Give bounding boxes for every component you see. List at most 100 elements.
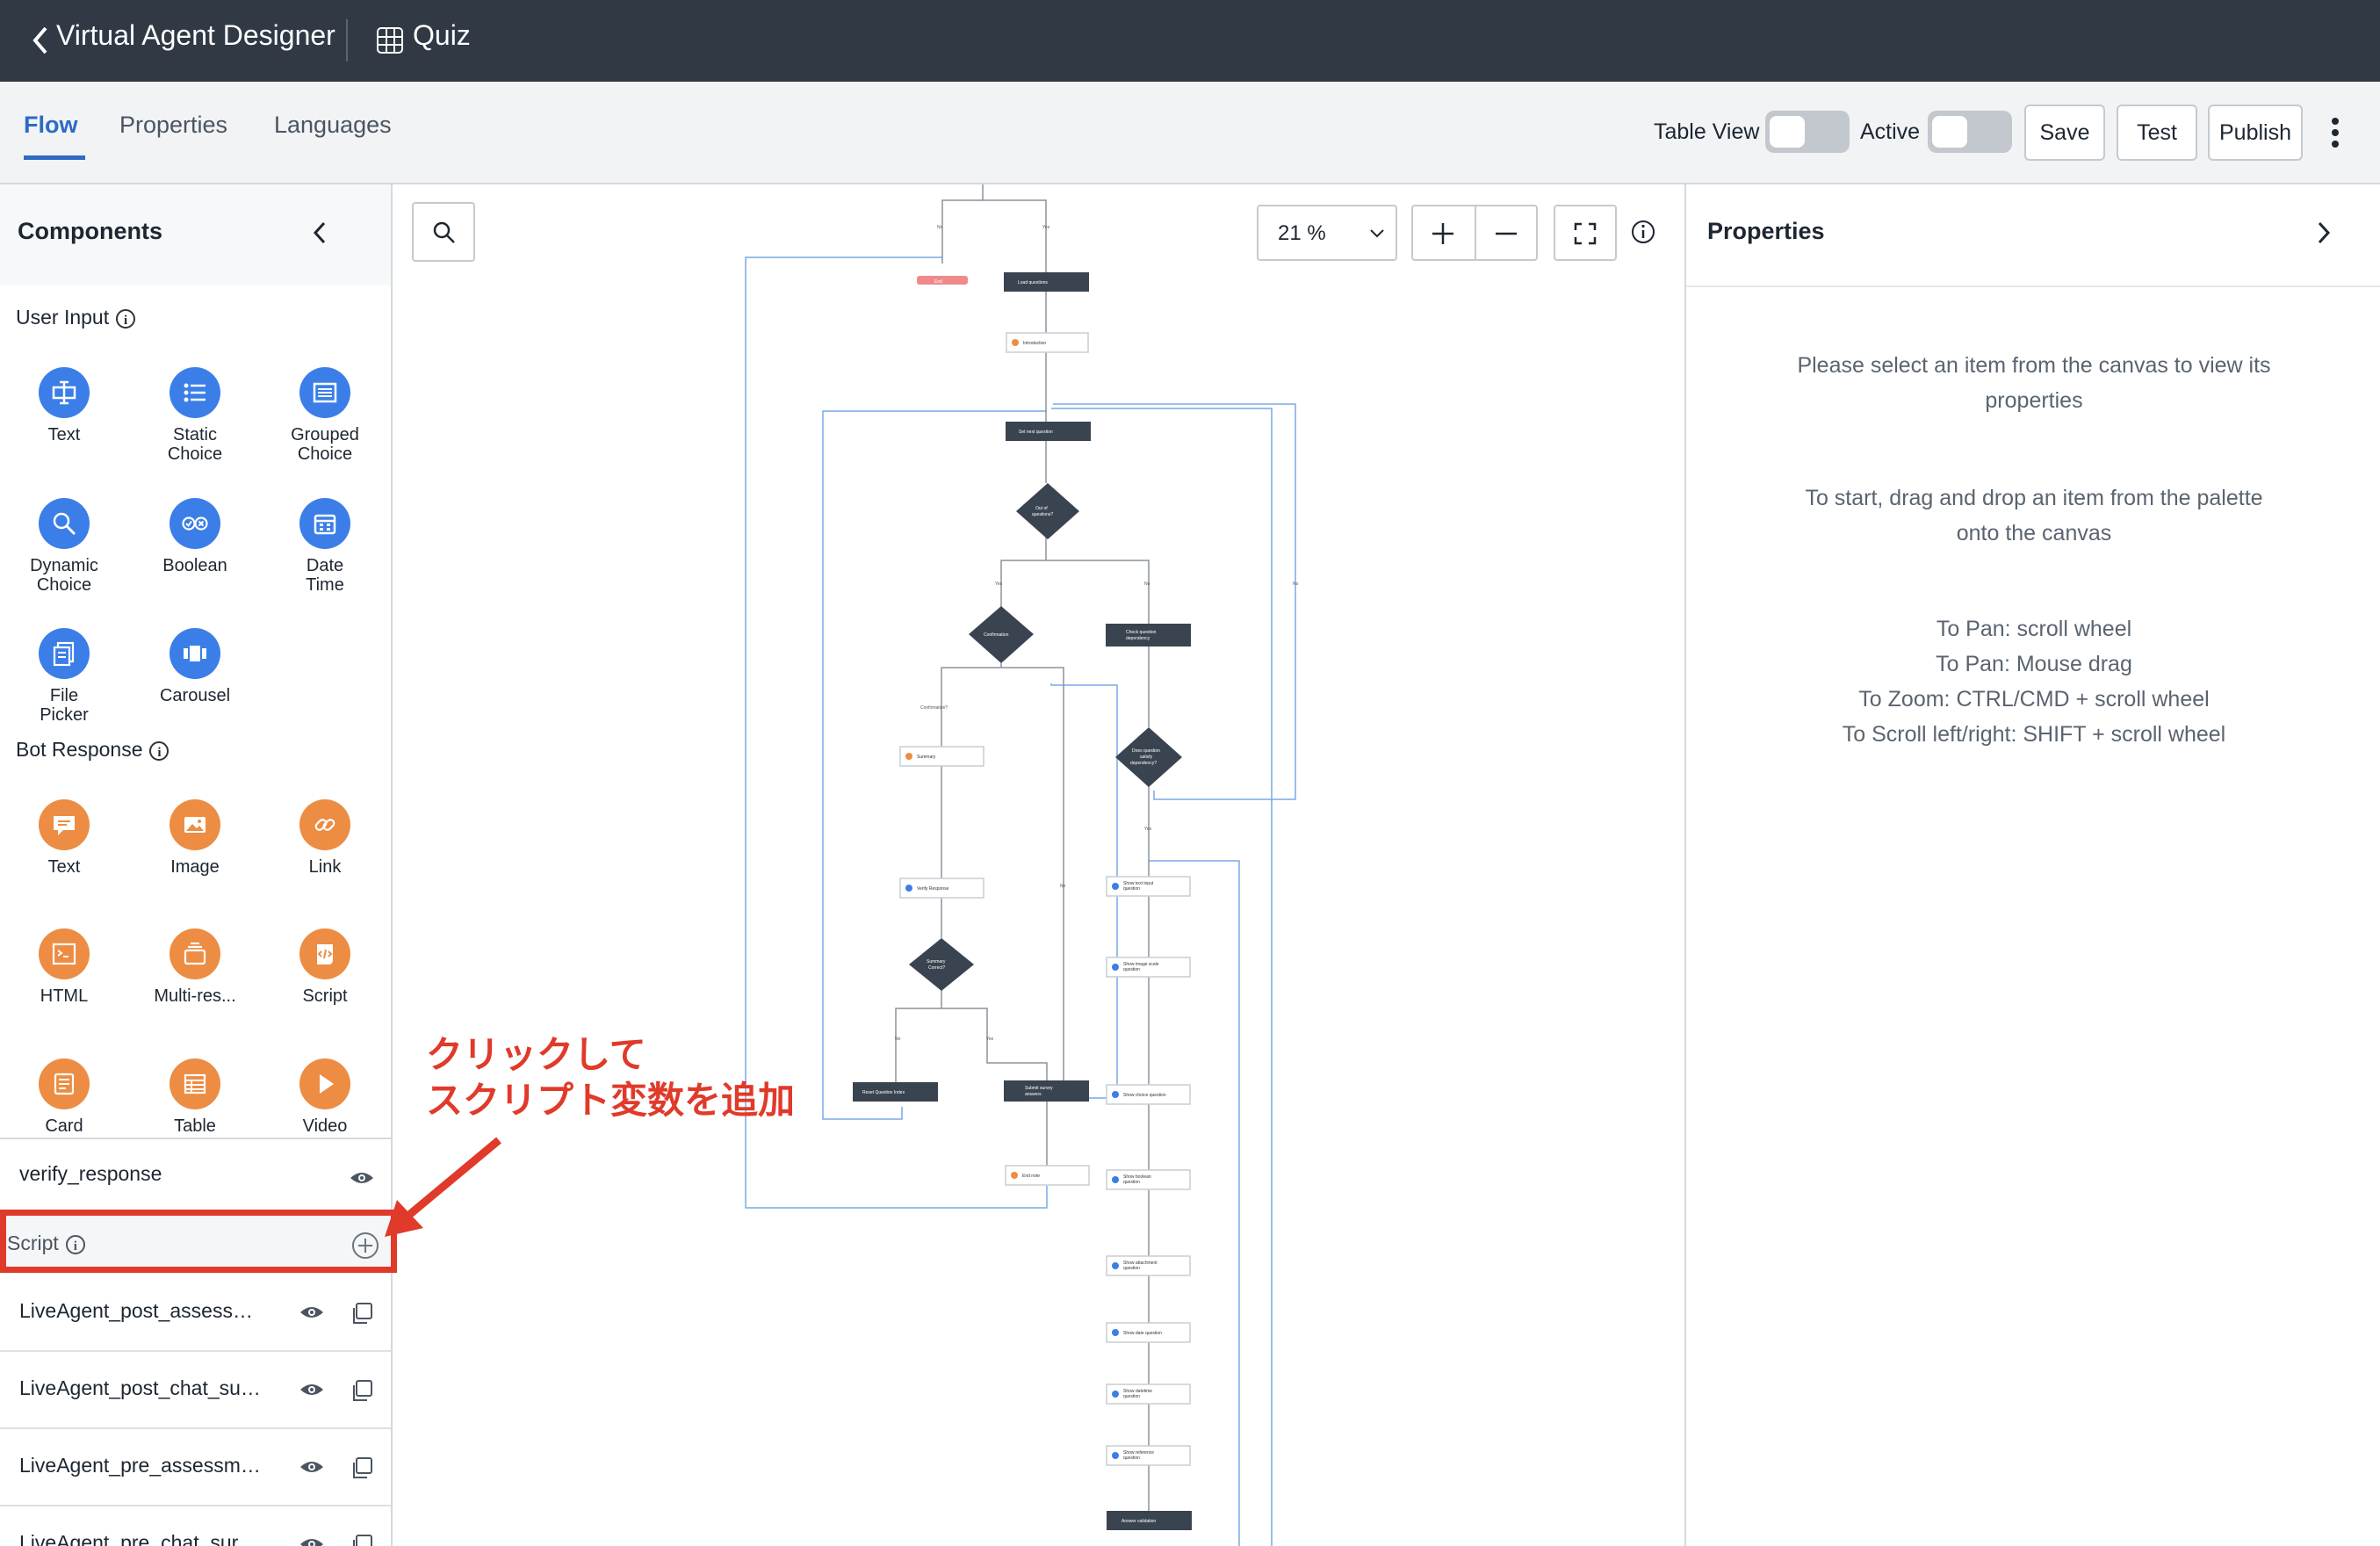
svg-text:Answer validation: Answer validation xyxy=(1121,1519,1156,1524)
svg-text:question: question xyxy=(1123,886,1140,892)
card-icon xyxy=(39,1058,90,1109)
component-bot-multi-response[interactable]: Multi-res... xyxy=(138,928,252,1006)
show-reference-node[interactable] xyxy=(1106,1445,1191,1466)
svg-text:Verify Response: Verify Response xyxy=(917,886,949,892)
script-variable-name: LiveAgent_pre_assessm… xyxy=(19,1454,261,1477)
tab-bar: Flow Properties Languages Table View Act… xyxy=(0,82,2380,184)
component-bot-table[interactable]: Table xyxy=(138,1058,252,1136)
tab-languages[interactable]: Languages xyxy=(274,112,392,139)
info-icon[interactable]: i xyxy=(149,740,169,761)
properties-hint-select: Please select an item from the canvas to… xyxy=(1797,353,2271,413)
back-arrow-icon[interactable] xyxy=(25,23,60,58)
svg-text:Does question: Does question xyxy=(1132,748,1160,754)
script-variable-row[interactable]: LiveAgent_pre_assessm… xyxy=(0,1429,391,1506)
copy-icon[interactable] xyxy=(350,1301,374,1326)
summary-node[interactable] xyxy=(899,746,984,767)
svg-text:End note: End note xyxy=(1022,1174,1040,1179)
svg-text:dependency: dependency xyxy=(1126,636,1150,641)
info-icon[interactable]: i xyxy=(116,308,136,329)
component-bot-video[interactable]: Video xyxy=(268,1058,382,1136)
component-bot-card[interactable]: Card xyxy=(7,1058,121,1136)
component-text-input[interactable]: Text xyxy=(7,367,121,444)
chevron-right-icon[interactable] xyxy=(2313,220,2334,246)
topic-name: Quiz xyxy=(413,19,471,51)
more-options-icon[interactable] xyxy=(2329,117,2341,148)
test-button[interactable]: Test xyxy=(2117,105,2197,161)
component-carousel[interactable]: Carousel xyxy=(138,628,252,705)
copy-icon[interactable] xyxy=(350,1378,374,1403)
svg-text:Summary: Summary xyxy=(927,959,946,964)
submit-survey-node[interactable] xyxy=(1004,1080,1089,1102)
edge-label-no: No xyxy=(1293,582,1299,587)
eye-icon[interactable] xyxy=(299,1535,325,1546)
tab-properties[interactable]: Properties xyxy=(119,112,227,139)
script-variable-name: LiveAgent_post_assess… xyxy=(19,1299,253,1322)
svg-text:Confirmation: Confirmation xyxy=(984,632,1009,638)
copy-icon[interactable] xyxy=(350,1533,374,1546)
svg-text:question: question xyxy=(1123,1266,1140,1271)
carousel-icon xyxy=(169,628,220,679)
component-bot-image[interactable]: Image xyxy=(138,799,252,877)
show-text-input-node[interactable] xyxy=(1106,876,1191,897)
edge-label-no: No xyxy=(1060,884,1066,889)
publish-button[interactable]: Publish xyxy=(2208,105,2303,161)
annotation-text: クリックして スクリプト変数を追加 xyxy=(426,1034,796,1121)
edge-label-no: No xyxy=(1144,582,1150,587)
component-dynamic-choice[interactable]: Dynamic Choice xyxy=(7,498,121,595)
component-boolean[interactable]: Boolean xyxy=(138,498,252,575)
show-datetime-node[interactable] xyxy=(1106,1383,1191,1405)
header-divider xyxy=(346,19,348,61)
svg-text:Out of: Out of xyxy=(1035,506,1048,511)
properties-header: Properties xyxy=(1686,184,2380,287)
component-bot-html[interactable]: HTML xyxy=(7,928,121,1006)
svg-text:answers: answers xyxy=(1025,1092,1042,1097)
table-view-toggle[interactable] xyxy=(1765,111,1850,153)
annotation-highlight-box xyxy=(0,1210,397,1273)
edge-label-yes: Yes xyxy=(986,1037,994,1042)
show-attachment-node[interactable] xyxy=(1106,1255,1191,1276)
eye-icon[interactable] xyxy=(299,1381,325,1398)
component-bot-script[interactable]: Script xyxy=(268,928,382,1006)
tab-flow[interactable]: Flow xyxy=(24,112,78,139)
svg-text:Submit survey: Submit survey xyxy=(1025,1086,1053,1091)
bot-response-section: Bot Response i xyxy=(16,738,169,762)
variable-row[interactable]: verify_response xyxy=(0,1139,391,1211)
component-static-choice[interactable]: Static Choice xyxy=(138,367,252,464)
table-icon xyxy=(169,1058,220,1109)
save-button[interactable]: Save xyxy=(2024,105,2105,161)
script-variable-row[interactable]: LiveAgent_post_assess… xyxy=(0,1275,391,1352)
designer-title[interactable]: Virtual Agent Designer xyxy=(56,19,335,52)
svg-text:Show choice question: Show choice question xyxy=(1123,1093,1166,1098)
active-toggle[interactable] xyxy=(1928,111,2012,153)
end-node[interactable] xyxy=(917,276,968,285)
script-variable-name: LiveAgent_pre_chat_sur… xyxy=(19,1531,259,1546)
eye-icon[interactable] xyxy=(299,1304,325,1321)
component-bot-link[interactable]: Link xyxy=(268,799,382,877)
script-variable-row[interactable]: LiveAgent_post_chat_su… xyxy=(0,1352,391,1429)
check-dependency-node[interactable] xyxy=(1106,624,1191,647)
component-file-picker[interactable]: File Picker xyxy=(7,628,121,725)
file-icon xyxy=(39,628,90,679)
copy-icon[interactable] xyxy=(350,1456,374,1480)
properties-hint-drag: To start, drag and drop an item from the… xyxy=(1805,486,2263,545)
show-boolean-node[interactable] xyxy=(1106,1169,1191,1190)
eye-icon[interactable] xyxy=(299,1458,325,1476)
components-panel: Components User Input i Text Static Choice… xyxy=(0,184,393,1546)
flow-canvas[interactable]: 21 % No Yes Yes No No Confirmation? No Y… xyxy=(393,184,1684,1546)
component-bot-text[interactable]: Text xyxy=(7,799,121,877)
topic-icon xyxy=(377,27,403,54)
script-variable-name: LiveAgent_post_chat_su… xyxy=(19,1376,261,1399)
svg-text:Reset Question Index: Reset Question Index xyxy=(862,1090,905,1095)
svg-text:Show date question: Show date question xyxy=(1123,1331,1162,1336)
out-of-questions-decision[interactable] xyxy=(1016,483,1079,539)
script-variable-row[interactable]: LiveAgent_pre_chat_sur… xyxy=(0,1506,391,1546)
svg-text:satisfy: satisfy xyxy=(1140,755,1153,760)
svg-text:Summary: Summary xyxy=(917,755,936,760)
end-note-node[interactable] xyxy=(1005,1165,1090,1186)
component-date-time[interactable]: Date Time xyxy=(268,498,382,595)
edge-label-yes: Yes xyxy=(1144,827,1152,832)
show-image-scale-node[interactable] xyxy=(1106,957,1191,978)
summary-correct-decision[interactable] xyxy=(909,938,974,991)
component-grouped-choice[interactable]: Grouped Choice xyxy=(268,367,382,464)
collapse-panel-icon[interactable] xyxy=(309,220,330,246)
